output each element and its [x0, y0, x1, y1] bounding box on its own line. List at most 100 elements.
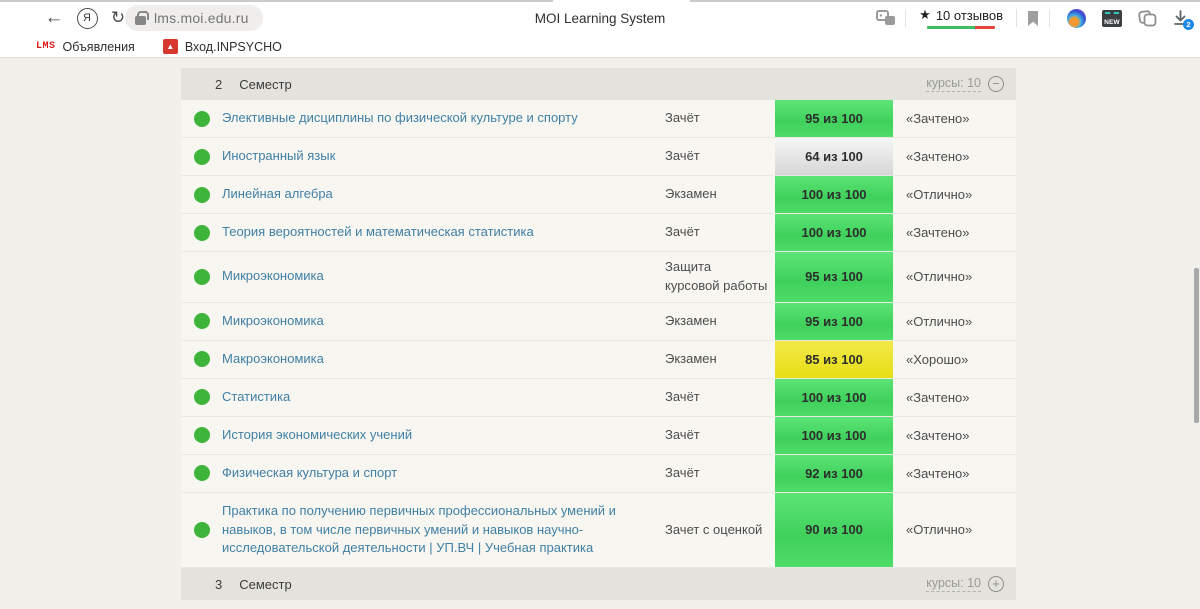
- course-link[interactable]: Микроэкономика: [222, 303, 665, 340]
- sidebar-panels-icon[interactable]: [876, 9, 896, 27]
- status-dot-icon: [194, 313, 210, 329]
- toolbar-divider: [1049, 9, 1050, 27]
- yandex-icon: Я: [77, 8, 98, 29]
- address-bar[interactable]: lms.moi.edu.ru: [125, 5, 263, 31]
- lms-favicon: LMS: [36, 41, 56, 52]
- score-badge: 100 из 100: [775, 379, 893, 416]
- grade-text: «Отлично»: [893, 314, 1016, 329]
- semester-number: 3: [215, 577, 222, 592]
- new-badge-label: NEW: [1104, 19, 1120, 27]
- status-dot-cell: [181, 269, 222, 285]
- downloads-button[interactable]: 2: [1173, 10, 1188, 26]
- status-dot-icon: [194, 187, 210, 203]
- exam-type-label: Экзамен: [665, 306, 775, 337]
- status-dot-cell: [181, 111, 222, 127]
- rating-bar-negative: [975, 26, 995, 29]
- bookmark-item-announcements[interactable]: LMS Объявления: [36, 40, 135, 54]
- bookmarks-bar: LMS Объявления ▲ Вход.INPSYCHO: [0, 36, 1200, 58]
- exam-type-label: Зачёт: [665, 141, 775, 172]
- course-row: СтатистикаЗачёт100 из 100«Зачтено»: [181, 379, 1016, 417]
- course-link[interactable]: История экономических учений: [222, 417, 665, 454]
- status-dot-icon: [194, 427, 210, 443]
- bookmark-item-inpsycho[interactable]: ▲ Вход.INPSYCHO: [163, 39, 282, 54]
- grade-text: «Отлично»: [893, 187, 1016, 202]
- score-badge: 64 из 100: [775, 138, 893, 175]
- vertical-scrollbar[interactable]: [1194, 268, 1199, 423]
- active-tab-notch: [553, 0, 690, 7]
- exam-type-label: Зачёт: [665, 458, 775, 489]
- grade-text: «Отлично»: [893, 522, 1016, 537]
- course-row: Иностранный языкЗачёт64 из 100«Зачтено»: [181, 138, 1016, 176]
- semester-title: Семестр: [239, 77, 291, 92]
- downloads-count-badge: 2: [1183, 19, 1194, 30]
- semester-number: 2: [215, 77, 222, 92]
- course-link[interactable]: Макроэкономика: [222, 341, 665, 378]
- grade-text: «Зачтено»: [893, 428, 1016, 443]
- bookmark-icon[interactable]: [1026, 10, 1040, 27]
- yandex-button[interactable]: Я: [74, 0, 100, 36]
- course-link[interactable]: Линейная алгебра: [222, 176, 665, 213]
- status-dot-icon: [194, 389, 210, 405]
- bookmark-label: Вход.INPSYCHO: [185, 40, 282, 54]
- grade-text: «Хорошо»: [893, 352, 1016, 367]
- status-dot-icon: [194, 522, 210, 538]
- grade-text: «Отлично»: [893, 269, 1016, 284]
- url-text: lms.moi.edu.ru: [154, 10, 249, 26]
- rating-bar: [927, 26, 995, 29]
- exam-type-label: Зачёт: [665, 382, 775, 413]
- course-row: МикроэкономикаЭкзамен95 из 100«Отлично»: [181, 303, 1016, 341]
- status-dot-icon: [194, 351, 210, 367]
- status-dot-cell: [181, 389, 222, 405]
- toolbar-divider: [1016, 9, 1017, 27]
- back-button[interactable]: ←: [40, 0, 68, 36]
- grade-text: «Зачтено»: [893, 225, 1016, 240]
- exam-type-label: Экзамен: [665, 344, 775, 375]
- browser-extension-icon[interactable]: [1067, 9, 1086, 28]
- browser-toolbar: ← Я ↻ lms.moi.edu.ru MOI Learning System…: [0, 0, 1200, 36]
- score-badge: 100 из 100: [775, 417, 893, 454]
- status-dot-cell: [181, 187, 222, 203]
- grade-text: «Зачтено»: [893, 111, 1016, 126]
- status-dot-cell: [181, 522, 222, 538]
- courses-toggle[interactable]: курсы: 10−: [926, 76, 1004, 92]
- score-badge: 100 из 100: [775, 176, 893, 213]
- course-link[interactable]: Иностранный язык: [222, 138, 665, 175]
- lock-icon: [135, 16, 146, 25]
- exam-type-label: Зачёт: [665, 420, 775, 451]
- course-link[interactable]: Теория вероятностей и математическая ста…: [222, 214, 665, 251]
- course-row: Практика по получению первичных професси…: [181, 493, 1016, 569]
- score-badge: 95 из 100: [775, 303, 893, 340]
- score-badge: 90 из 100: [775, 493, 893, 568]
- course-row: История экономических ученийЗачёт100 из …: [181, 417, 1016, 455]
- new-extension-icon[interactable]: NEW: [1102, 10, 1122, 27]
- toolbar-divider: [905, 9, 906, 27]
- site-reviews-button[interactable]: ★ 10 отзывов: [919, 7, 1003, 29]
- expand-icon[interactable]: +: [988, 576, 1004, 592]
- bookmark-label: Объявления: [63, 40, 135, 54]
- status-dot-icon: [194, 149, 210, 165]
- course-link[interactable]: Статистика: [222, 379, 665, 416]
- status-dot-icon: [194, 225, 210, 241]
- exam-type-label: Зачёт: [665, 217, 775, 248]
- exam-type-label: Зачет с оценкой: [665, 515, 775, 546]
- score-badge: 100 из 100: [775, 214, 893, 251]
- course-link[interactable]: Физическая культура и спорт: [222, 455, 665, 492]
- exam-type-label: Экзамен: [665, 179, 775, 210]
- score-badge: 95 из 100: [775, 100, 893, 137]
- courses-toggle[interactable]: курсы: 10+: [926, 576, 1004, 592]
- status-dot-cell: [181, 225, 222, 241]
- status-dot-icon: [194, 111, 210, 127]
- course-link[interactable]: Микроэкономика: [222, 258, 665, 295]
- toolbar-right-icons: ★ 10 отзывов NEW: [876, 0, 1194, 36]
- semester-section-header: 2 Семестр курсы: 10−: [181, 68, 1016, 100]
- courses-count-label: курсы: 10: [926, 76, 981, 92]
- grade-text: «Зачтено»: [893, 149, 1016, 164]
- collections-icon[interactable]: [1138, 10, 1157, 27]
- course-row: Физическая культура и спортЗачёт92 из 10…: [181, 455, 1016, 493]
- status-dot-cell: [181, 427, 222, 443]
- grades-table: 2 Семестр курсы: 10− Элективные дисциплины …: [181, 68, 1016, 600]
- course-link[interactable]: Элективные дисциплины по физической куль…: [222, 100, 665, 137]
- status-dot-icon: [194, 465, 210, 481]
- course-link[interactable]: Практика по получению первичных професси…: [222, 493, 665, 568]
- collapse-icon[interactable]: −: [988, 76, 1004, 92]
